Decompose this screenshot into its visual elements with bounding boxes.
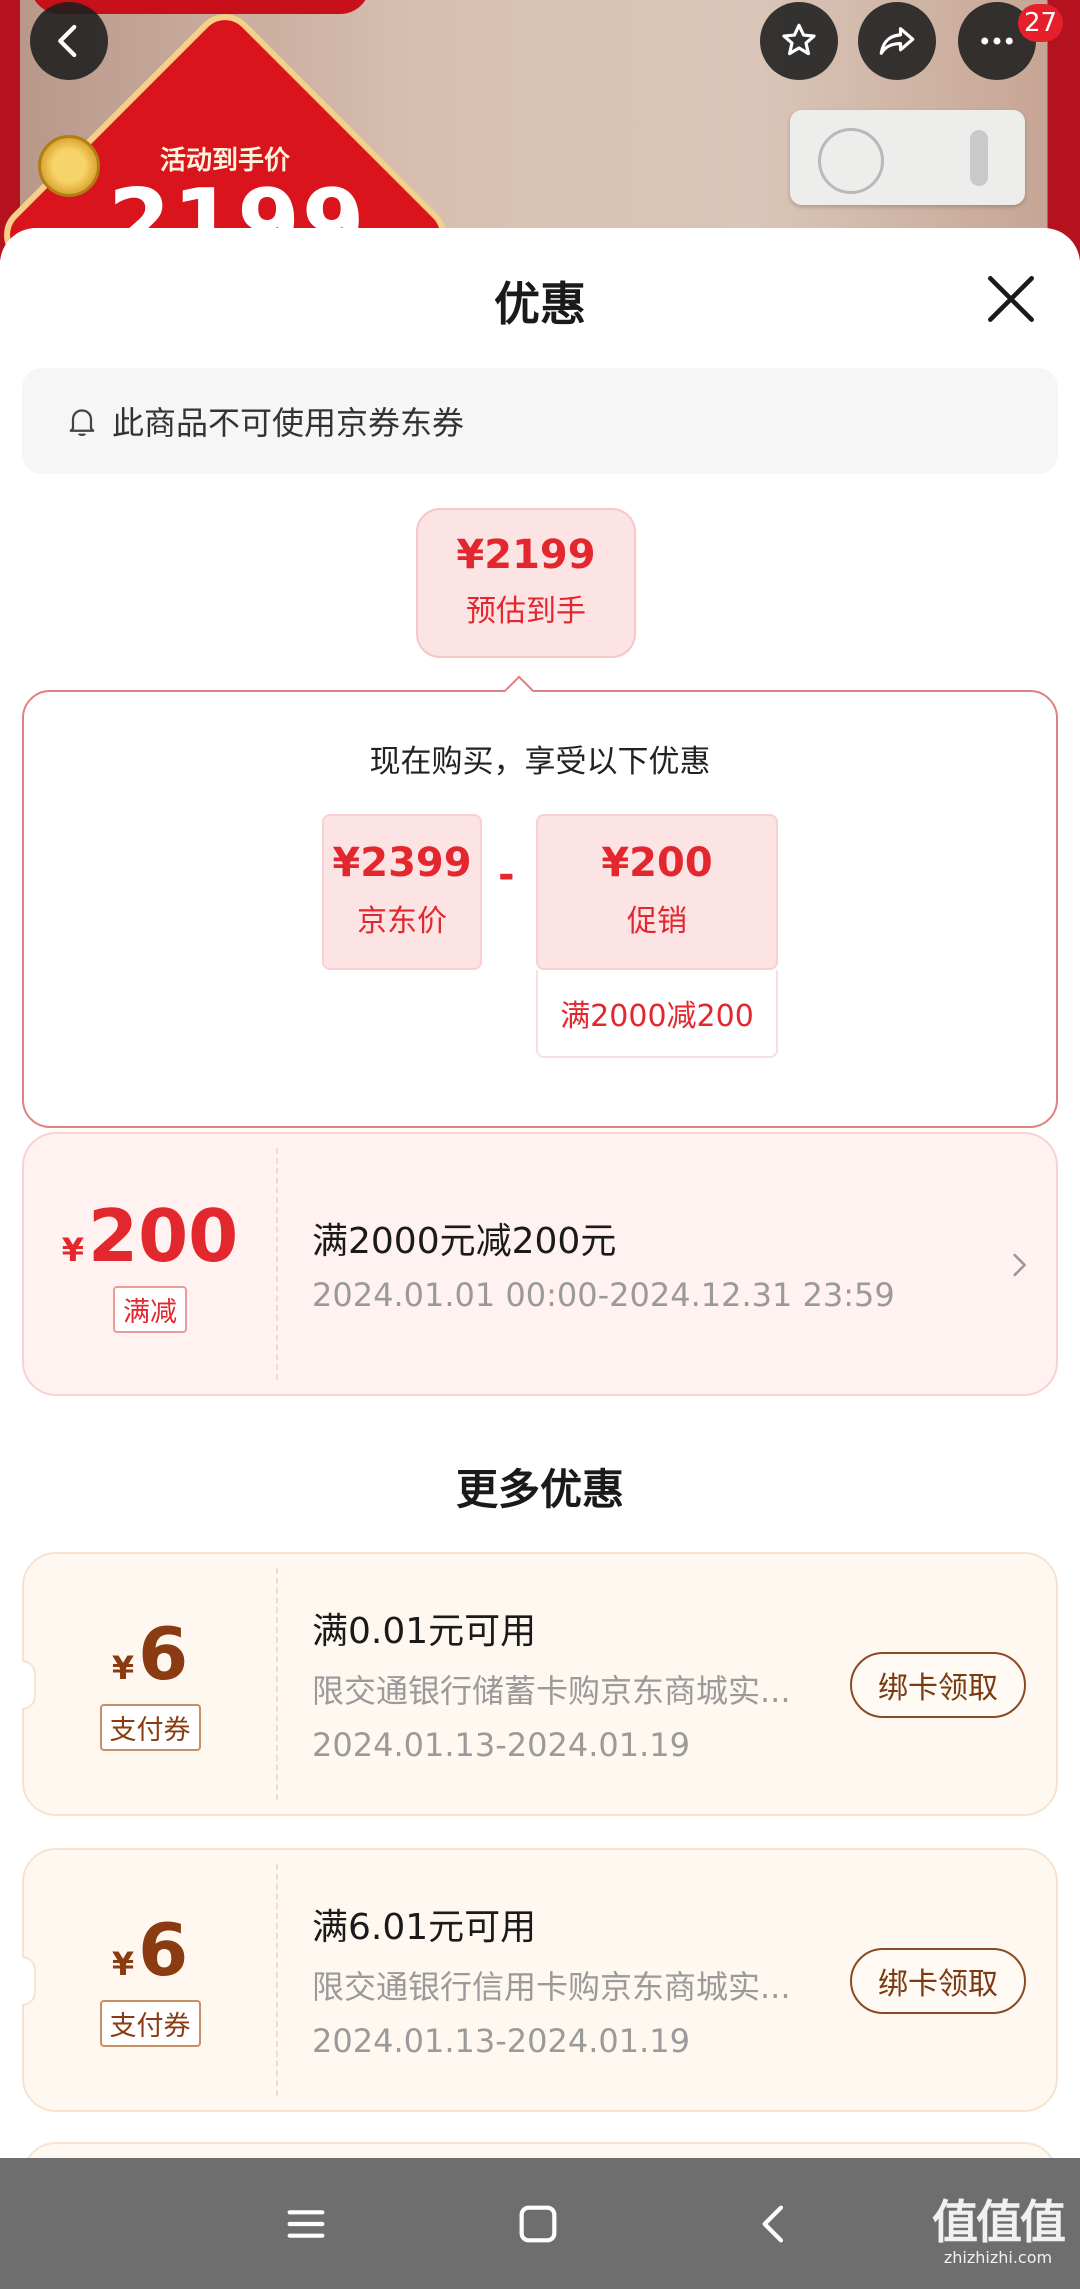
system-back-button[interactable] xyxy=(742,2192,806,2256)
recent-apps-button[interactable] xyxy=(274,2192,338,2256)
close-icon xyxy=(988,276,1034,322)
coupon-amount-value: 6 xyxy=(138,1908,189,1992)
notice-text: 此商品不可使用京券东券 xyxy=(112,404,465,442)
chevron-right-icon xyxy=(1013,1253,1026,1277)
site-watermark: 值值值 zhizhizhi.com xyxy=(928,2186,1068,2267)
more-offers-title: 更多优惠 xyxy=(455,1465,624,1514)
close-button[interactable] xyxy=(980,268,1042,330)
estimated-price: ¥2199 xyxy=(456,532,596,578)
coupon-divider xyxy=(276,1568,278,1800)
coupon-type-tag: 支付券 xyxy=(99,1704,201,1751)
star-icon xyxy=(782,23,816,56)
base-price-box: ¥2399 京东价 xyxy=(322,814,482,970)
bell-icon xyxy=(69,409,95,436)
discount-box: ¥200 促销 xyxy=(536,814,778,970)
more-icon xyxy=(981,37,1013,45)
coupon-period: 2024.01.13-2024.01.19 xyxy=(312,1726,690,1764)
payment-coupon: ¥ 6 支付券 满0.01元可用 限交通银行储蓄卡购京东商城实... 2024.… xyxy=(22,1552,1058,1816)
discount-amount: ¥200 xyxy=(601,840,713,886)
nav-back-icon xyxy=(762,2205,784,2243)
watermark-domain: zhizhizhi.com xyxy=(943,2248,1053,2267)
breakdown-title: 现在购买，享受以下优惠 xyxy=(369,744,711,780)
back-button[interactable] xyxy=(30,2,108,80)
coupon-period: 2024.01.13-2024.01.19 xyxy=(312,2022,690,2060)
coupon-amount-area: ¥ 6 支付券 xyxy=(24,1850,276,2110)
promo-title: 满2000元减200元 xyxy=(312,1221,617,1262)
minus-sign: - xyxy=(498,852,515,898)
favorite-button[interactable] xyxy=(760,2,838,80)
promo-amount-value: 200 xyxy=(87,1194,239,1278)
coupon-amount: ¥ 6 xyxy=(24,1618,276,1690)
discount-condition: 满2000减200 xyxy=(536,970,778,1058)
watermark-logo-text: 值值值 xyxy=(932,2195,1066,2249)
notification-badge: 27 xyxy=(1018,4,1064,42)
base-price-label: 京东价 xyxy=(357,904,447,939)
promo-coupon[interactable]: ¥ 200 满减 满2000元减200元 2024.01.01 00:00-20… xyxy=(22,1132,1058,1396)
bind-card-claim-button[interactable]: 绑卡领取 xyxy=(850,1652,1026,1718)
coupon-title: 满0.01元可用 xyxy=(312,1611,537,1652)
bind-card-claim-button[interactable]: 绑卡领取 xyxy=(850,1948,1026,2014)
discount-sheet: 优惠 此商品不可使用京券东券 ¥2199 预估到手 现在购买，享受以下优惠 ¥2… xyxy=(0,228,1080,2158)
estimated-price-box: ¥2199 预估到手 xyxy=(416,508,636,658)
yen-symbol: ¥ xyxy=(61,1231,84,1269)
yen-symbol: ¥ xyxy=(111,1649,135,1687)
promo-period: 2024.01.01 00:00-2024.12.31 23:59 xyxy=(312,1276,895,1314)
coupon-description: 限交通银行储蓄卡购京东商城实... xyxy=(312,1672,791,1710)
product-image xyxy=(790,110,1025,205)
next-coupon-peek xyxy=(22,2142,1058,2158)
coupon-amount-value: 6 xyxy=(138,1612,189,1696)
estimated-label: 预估到手 xyxy=(466,594,586,629)
coupon-type-tag: 支付券 xyxy=(99,2000,201,2047)
price-breakdown: 现在购买，享受以下优惠 ¥2399 京东价 - ¥200 促销 满2000减20… xyxy=(22,690,1058,1128)
back-icon xyxy=(58,24,77,58)
system-navigation-bar xyxy=(0,2158,1080,2289)
promo-amount-area: ¥ 200 满减 xyxy=(24,1134,276,1394)
payment-coupon: ¥ 6 支付券 满6.01元可用 限交通银行信用卡购京东商城实... 2024.… xyxy=(22,1848,1058,2112)
coupon-divider xyxy=(276,1148,278,1380)
promo-amount: ¥ 200 xyxy=(24,1200,276,1272)
coupon-notice: 此商品不可使用京券东券 xyxy=(22,368,1058,474)
coupon-amount-area: ¥ 6 支付券 xyxy=(24,1554,276,1814)
promo-type-tag: 满减 xyxy=(113,1286,187,1333)
base-price: ¥2399 xyxy=(332,840,472,886)
home-icon xyxy=(519,2205,557,2243)
sheet-title: 优惠 xyxy=(494,277,586,331)
coupon-description: 限交通银行信用卡购京东商城实... xyxy=(312,1968,791,2006)
coupon-divider xyxy=(276,1864,278,2096)
share-button[interactable] xyxy=(858,2,936,80)
coupon-amount: ¥ 6 xyxy=(24,1914,276,1986)
discount-label: 促销 xyxy=(627,904,687,939)
yen-symbol: ¥ xyxy=(111,1945,135,1983)
coin-icon xyxy=(38,135,100,197)
share-icon xyxy=(879,27,915,55)
home-button[interactable] xyxy=(506,2192,570,2256)
coupon-title: 满6.01元可用 xyxy=(312,1907,537,1948)
menu-icon xyxy=(287,2210,325,2238)
